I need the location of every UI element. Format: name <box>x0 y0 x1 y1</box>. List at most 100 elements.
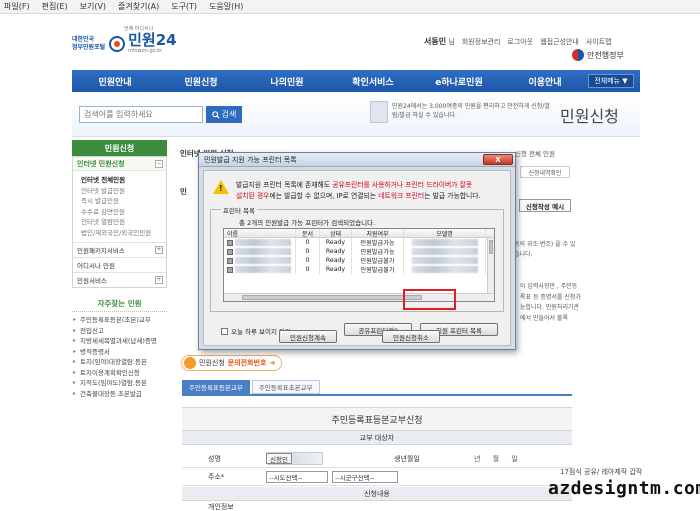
nav-guide[interactable]: 민원안내 <box>72 75 158 88</box>
logo-name: 민원24 <box>128 31 177 49</box>
status-cell: Ready <box>320 238 352 247</box>
support-cell: 민원발급불가 <box>352 256 404 265</box>
printer-icon <box>227 248 233 255</box>
birth-value: 년 월 일 <box>474 455 518 463</box>
sidebar-head: 민원신청 <box>72 140 167 156</box>
form-row-name: 성명 신청인 생년월일 년 월 일 <box>182 450 572 468</box>
fav-item[interactable]: 지방세세목별과세(납세)증명 <box>72 336 167 347</box>
expand-icon[interactable]: + <box>155 276 163 284</box>
content-tabs: 주민등록표등본교부 주민등록표초본교부 <box>182 380 322 394</box>
menu-tools[interactable]: 도구(T) <box>171 1 197 12</box>
address-label: 주소* <box>208 473 225 481</box>
fav-item[interactable]: 토지(임야)대장열람.등본 <box>72 357 167 368</box>
link-logout[interactable]: 로그아웃 <box>507 37 533 47</box>
sidebar-cat-service[interactable]: 민원서비스 + <box>73 272 166 287</box>
fav-item[interactable]: 건축물대장등.초본발급 <box>72 389 167 400</box>
col-status[interactable]: 상태 <box>320 229 352 238</box>
sidebar-cat-package[interactable]: 민원패키지서비스 + <box>73 242 166 257</box>
status-cell: Ready <box>320 256 352 265</box>
site-logo[interactable]: 대한민국 정부민원포털 민원24 minwon.go.kr <box>72 31 177 55</box>
province-select[interactable]: --시도선택-- <box>266 471 328 483</box>
scroll-thumb[interactable] <box>489 240 493 254</box>
fav-item[interactable]: 주민등록표등본(초본)교부 <box>72 315 167 326</box>
sidebar-item-foreign[interactable]: 법인/재외국민/외국인민원 <box>81 228 166 239</box>
example-button[interactable]: 신청작성 예시 <box>519 199 571 212</box>
tab-copy[interactable]: 주민등록표등본교부 <box>182 380 250 394</box>
fav-item[interactable]: 지적도(임야도)열람.등본 <box>72 378 167 389</box>
nav-help[interactable]: 이용안내 <box>502 75 588 88</box>
sidebar-item-fee[interactable]: 수수료 감면민원 <box>81 207 166 218</box>
sidebar-cat-internet[interactable]: 인터넷 민원신청 − <box>73 157 166 171</box>
fav-item[interactable]: 전입신고 <box>72 326 167 337</box>
notice-text-2: 이 입력사항만 , 주민등록표 등 증명서를 신청가능합니다. 민원처리기관에서… <box>520 283 581 322</box>
search-button[interactable]: 검색 <box>206 106 242 123</box>
search-input[interactable] <box>79 106 203 123</box>
menu-help[interactable]: 도움말(H) <box>209 1 243 12</box>
table-row[interactable]: 0 Ready 민원발급불가 <box>224 256 494 265</box>
printer-icon <box>227 266 233 273</box>
continue-button[interactable]: 민원신청계속 <box>279 330 337 343</box>
highlight-box <box>403 289 456 310</box>
table-row[interactable]: 0 Ready 민원발급불가 <box>224 265 494 274</box>
sidebar-cat-anywhere-label: 어디서나 민원 <box>77 262 115 270</box>
scroll-thumb[interactable] <box>242 295 422 300</box>
sidebar-box: 인터넷 민원신청 − 인터넷 전체민원 인터넷 발급민원 즉시 발급민원 수수료… <box>72 156 167 288</box>
blurred-name <box>235 248 291 255</box>
cancel-button[interactable]: 민원신청취소 <box>382 330 440 343</box>
menu-edit[interactable]: 편집(E) <box>42 1 68 12</box>
warning-text-part: 는 발급 가능합니다. <box>424 191 481 200</box>
sidebar-item-instant[interactable]: 즉시 발급민원 <box>81 196 166 207</box>
link-sitemap[interactable]: 사이트맵 <box>586 37 612 47</box>
support-cell: 민원발급가능 <box>352 247 404 256</box>
dialog-body: ! 발급지원 프린터 목록에 존재해도 공유프린터를 사용하거나 프린터 드라이… <box>203 170 511 346</box>
link-accessibility[interactable]: 웹접근성안내 <box>540 37 579 47</box>
watermark-url: azdesigntm.com <box>548 478 700 499</box>
page-subtitle: 민 <box>180 187 187 196</box>
nav-ehanaro[interactable]: e하나로민원 <box>416 75 502 88</box>
sidebar-item-issue[interactable]: 인터넷 발급민원 <box>81 186 166 197</box>
table-row[interactable]: 0 Ready 민원발급가능 <box>224 238 494 247</box>
col-support[interactable]: 지원여부 <box>352 229 404 238</box>
col-model[interactable]: 모델명 <box>404 229 486 238</box>
history-tab[interactable]: 신청내역확인 <box>520 166 570 178</box>
promo-title: 민원신청 <box>560 107 619 126</box>
arrow-right-icon: ➔ <box>269 359 276 367</box>
expand-icon[interactable]: + <box>155 246 163 254</box>
logo-top-text: 대한민국 <box>72 35 95 43</box>
table-row[interactable]: 0 Ready 민원발급가능 <box>224 247 494 256</box>
province-select-value: --시도선택-- <box>269 474 303 482</box>
browser-menubar: 파일(F) 편집(E) 보기(V) 즐겨찾기(A) 도구(T) 도움말(H) <box>0 0 700 14</box>
link-member-info[interactable]: 회원정보관리 <box>462 37 501 47</box>
menu-file[interactable]: 파일(F) <box>4 1 30 12</box>
gov-emblem-icon <box>572 49 584 61</box>
col-docs[interactable]: 문서 <box>296 229 320 238</box>
fav-item[interactable]: 병적증명서 <box>72 347 167 358</box>
vertical-scrollbar[interactable] <box>487 238 494 295</box>
sidebar-item-view[interactable]: 인터넷 열람민원 <box>81 217 166 228</box>
col-name[interactable]: 이름 <box>224 229 296 238</box>
checkbox-box[interactable] <box>221 327 228 335</box>
city-select[interactable]: --시군구선택-- <box>332 471 398 483</box>
warning-mark: ! <box>219 184 223 193</box>
tab-abstract[interactable]: 주민등록표초본교부 <box>251 380 320 394</box>
applicant-button[interactable]: 신청인 <box>266 453 292 464</box>
phone-label: 민원신청 <box>199 359 225 367</box>
menu-view[interactable]: 보기(V) <box>80 1 106 12</box>
blurred-name <box>235 239 291 246</box>
all-menu-button[interactable]: 전체메뉴 ▼ <box>588 74 634 88</box>
fav-item[interactable]: 토지이용계획확인신청 <box>72 368 167 379</box>
collapse-icon[interactable]: − <box>155 159 163 168</box>
sidebar-cat-anywhere[interactable]: 어디서나 민원 <box>73 257 166 272</box>
gov-logo[interactable]: 안전행정부 <box>572 49 624 61</box>
nav-apply[interactable]: 민원신청 <box>158 75 244 88</box>
close-button[interactable]: X <box>483 154 513 165</box>
favorites-head: 자주찾는 민원 <box>72 298 167 312</box>
nav-my[interactable]: 나의민원 <box>244 75 330 88</box>
sidebar-item-all[interactable]: 인터넷 전체민원 <box>81 175 166 186</box>
user-name: 서동민 <box>424 37 447 46</box>
printer-name-cell <box>224 247 296 256</box>
phone-banner[interactable]: 민원신청 문의전화번호 ➔ <box>181 355 283 371</box>
nav-verify[interactable]: 확인서비스 <box>330 75 416 88</box>
menu-favorites[interactable]: 즐겨찾기(A) <box>118 1 159 12</box>
user-bar: 서동민 님 회원정보관리 로그아웃 웹접근성안내 사이트맵 <box>424 36 612 47</box>
